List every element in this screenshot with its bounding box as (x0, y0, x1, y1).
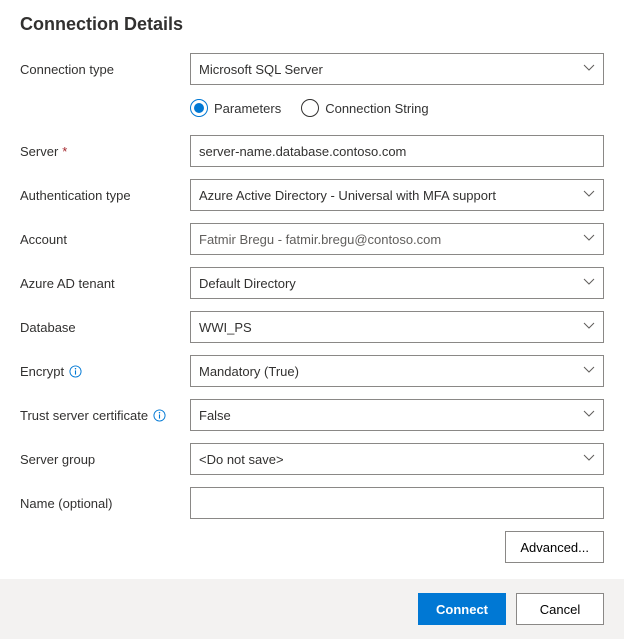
account-value: Fatmir Bregu - fatmir.bregu@contoso.com (199, 232, 441, 247)
chevron-down-icon (583, 188, 595, 203)
connection-type-select[interactable]: Microsoft SQL Server (190, 53, 604, 85)
chevron-down-icon (583, 452, 595, 467)
advanced-button[interactable]: Advanced... (505, 531, 604, 563)
info-icon[interactable] (68, 364, 82, 378)
chevron-down-icon (583, 62, 595, 77)
trust-cert-select[interactable]: False (190, 399, 604, 431)
label-server-group: Server group (20, 452, 190, 467)
info-icon[interactable] (152, 408, 166, 422)
database-value: WWI_PS (199, 320, 252, 335)
tenant-value: Default Directory (199, 276, 296, 291)
label-database: Database (20, 320, 190, 335)
page-title: Connection Details (20, 14, 604, 35)
row-advanced: Advanced... (20, 531, 604, 563)
name-input[interactable] (190, 487, 604, 519)
chevron-down-icon (583, 408, 595, 423)
radio-parameters[interactable]: Parameters (190, 99, 281, 117)
encrypt-value: Mandatory (True) (199, 364, 299, 379)
row-trust-cert: Trust server certificate False (20, 399, 604, 431)
label-encrypt: Encrypt (20, 364, 190, 379)
auth-type-value: Azure Active Directory - Universal with … (199, 188, 496, 203)
trust-cert-value: False (199, 408, 231, 423)
row-input-mode: Parameters Connection String (20, 97, 604, 123)
encrypt-select[interactable]: Mandatory (True) (190, 355, 604, 387)
label-name: Name (optional) (20, 496, 190, 511)
row-connection-type: Connection type Microsoft SQL Server (20, 53, 604, 85)
radio-connection-string-label: Connection String (325, 101, 428, 116)
auth-type-select[interactable]: Azure Active Directory - Universal with … (190, 179, 604, 211)
required-mark: * (62, 144, 67, 159)
label-encrypt-text: Encrypt (20, 364, 64, 379)
row-server: Server * (20, 135, 604, 167)
radio-icon (301, 99, 319, 117)
server-input[interactable] (190, 135, 604, 167)
label-connection-type: Connection type (20, 62, 190, 77)
row-database: Database WWI_PS (20, 311, 604, 343)
connection-type-value: Microsoft SQL Server (199, 62, 323, 77)
label-server: Server * (20, 144, 190, 159)
label-trust-cert: Trust server certificate (20, 408, 190, 423)
server-group-select[interactable]: <Do not save> (190, 443, 604, 475)
chevron-down-icon (583, 276, 595, 291)
chevron-down-icon (583, 232, 595, 247)
tenant-select[interactable]: Default Directory (190, 267, 604, 299)
chevron-down-icon (583, 320, 595, 335)
input-mode-radio-group: Parameters Connection String (190, 97, 604, 123)
radio-connection-string[interactable]: Connection String (301, 99, 428, 117)
radio-icon (190, 99, 208, 117)
label-account: Account (20, 232, 190, 247)
row-account: Account Fatmir Bregu - fatmir.bregu@cont… (20, 223, 604, 255)
row-tenant: Azure AD tenant Default Directory (20, 267, 604, 299)
row-auth-type: Authentication type Azure Active Directo… (20, 179, 604, 211)
account-select[interactable]: Fatmir Bregu - fatmir.bregu@contoso.com (190, 223, 604, 255)
label-auth-type: Authentication type (20, 188, 190, 203)
row-encrypt: Encrypt Mandatory (True) (20, 355, 604, 387)
radio-parameters-label: Parameters (214, 101, 281, 116)
chevron-down-icon (583, 364, 595, 379)
label-tenant: Azure AD tenant (20, 276, 190, 291)
row-server-group: Server group <Do not save> (20, 443, 604, 475)
connection-details-panel: Connection Details Connection type Micro… (0, 0, 624, 563)
database-select[interactable]: WWI_PS (190, 311, 604, 343)
dialog-footer: Connect Cancel (0, 579, 624, 639)
row-name: Name (optional) (20, 487, 604, 519)
label-server-text: Server (20, 144, 58, 159)
label-trust-cert-text: Trust server certificate (20, 408, 148, 423)
server-group-value: <Do not save> (199, 452, 284, 467)
